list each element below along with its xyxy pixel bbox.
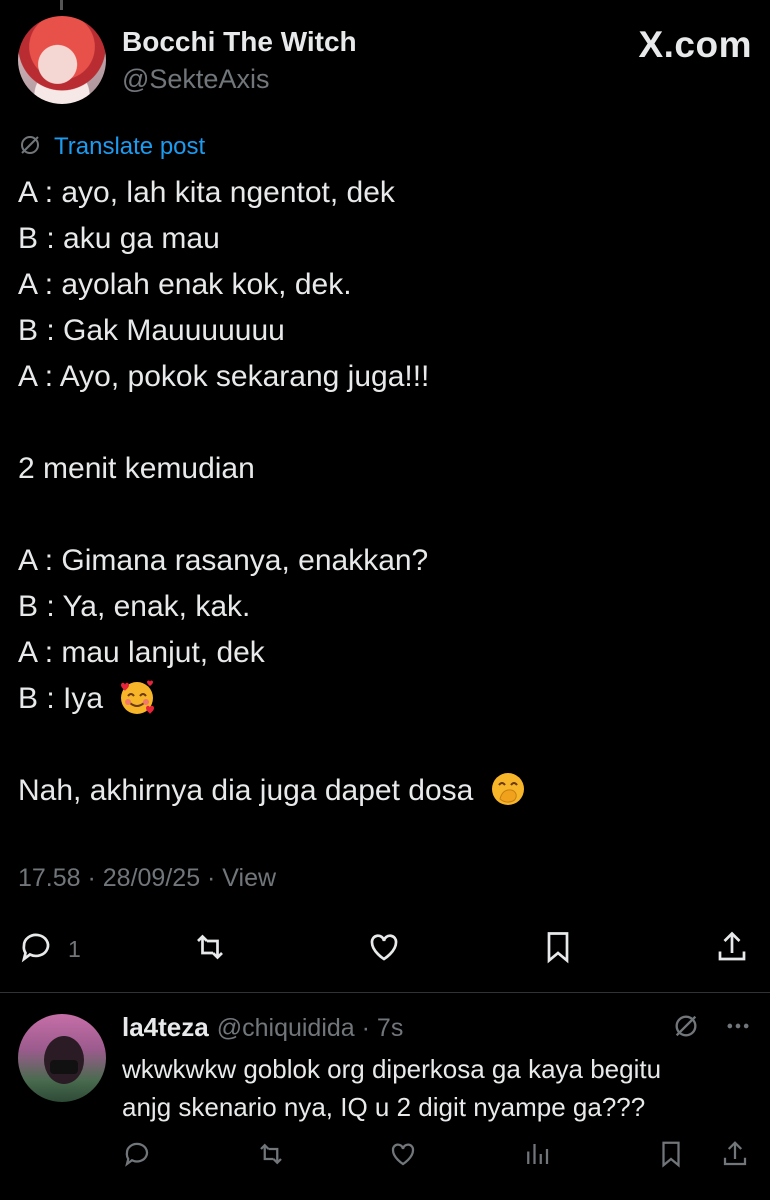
reply-like-button[interactable] [388,1136,420,1176]
reply-line: wkwkwkw goblok org diperkosa ga kaya beg… [122,1054,662,1084]
translate-icon[interactable] [672,1012,700,1045]
reply-repost-button[interactable] [256,1136,288,1176]
post-line-text: Nah, akhirnya dia juga dapet dosa [18,774,474,807]
translate-icon [18,133,42,162]
reply-action-bar [122,1136,752,1176]
share-button[interactable] [714,926,750,972]
reply-author-avatar[interactable] [18,1014,106,1102]
like-button[interactable] [366,926,402,972]
post-line: B : Gak Mauuuuuuu [18,314,285,347]
translate-post-label[interactable]: Translate post [54,133,205,161]
post-line-text: B : Iya [18,682,104,715]
reply-line: anjg skenario nya, IQ u 2 digit nyampe g… [122,1092,646,1122]
reply-views-button[interactable] [522,1136,554,1176]
reply-author-handle-time[interactable]: @chiquidida · 7s [217,1014,404,1042]
repost-icon [192,929,228,970]
post-line-with-emoji: B : Iya [18,676,752,722]
status-bar-tick [60,0,63,10]
reply-count: 1 [68,935,81,962]
post-body: A : ayo, lah kita ngentot, dek B : aku g… [18,170,752,814]
reply-icon [122,1139,152,1174]
bookmark-button[interactable] [540,926,576,972]
reply-button[interactable]: 1 [18,926,81,972]
reply-header: la4teza @chiquidida · 7s [122,1012,752,1046]
post-action-bar: 1 [18,926,752,972]
share-icon [720,1139,750,1174]
post-line: B : aku ga mau [18,222,220,255]
bookmark-icon [540,929,576,970]
reply-share-button[interactable] [720,1136,752,1176]
reply-tools [672,1012,752,1044]
repost-button[interactable] [192,926,228,972]
post-line: 2 menit kemudian [18,452,255,485]
share-icon [714,929,750,970]
like-icon [388,1139,418,1174]
reply-author-name[interactable]: la4teza [122,1012,209,1042]
post-line-with-emoji: Nah, akhirnya dia juga dapet dosa [18,768,752,814]
x-com-logo: X.com [638,24,752,65]
post-line: A : Ayo, pokok sekarang juga!!! [18,360,430,393]
author-avatar[interactable] [18,16,106,104]
author-handle[interactable]: @SekteAxis [122,64,269,95]
translate-post-link[interactable]: Translate post [18,130,205,164]
face-with-hand-over-mouth-emoji [488,769,528,809]
reply-bookmark-button[interactable] [656,1136,688,1176]
smiling-face-with-hearts-emoji [117,677,157,717]
post-line: A : mau lanjut, dek [18,636,265,669]
reply-body: wkwkwkw goblok org diperkosa ga kaya beg… [122,1050,752,1126]
post-line: B : Ya, enak, kak. [18,590,251,623]
section-divider [0,992,770,993]
post-line: A : ayolah enak kok, dek. [18,268,352,301]
bookmark-icon [656,1139,686,1174]
reply-icon [18,929,54,970]
post-line: A : ayo, lah kita ngentot, dek [18,176,395,209]
post-line: A : Gimana rasanya, enakkan? [18,544,429,577]
more-options-icon[interactable] [724,1012,752,1045]
views-icon [522,1139,552,1174]
repost-icon [256,1139,286,1174]
reply-reply-button[interactable] [122,1136,154,1176]
author-display-name[interactable]: Bocchi The Witch [122,26,357,58]
post-timestamp-views[interactable]: 17.58 · 28/09/25 · View [18,864,276,893]
post-header: Bocchi The Witch @SekteAxis X.com [18,16,752,106]
like-icon [366,929,402,970]
